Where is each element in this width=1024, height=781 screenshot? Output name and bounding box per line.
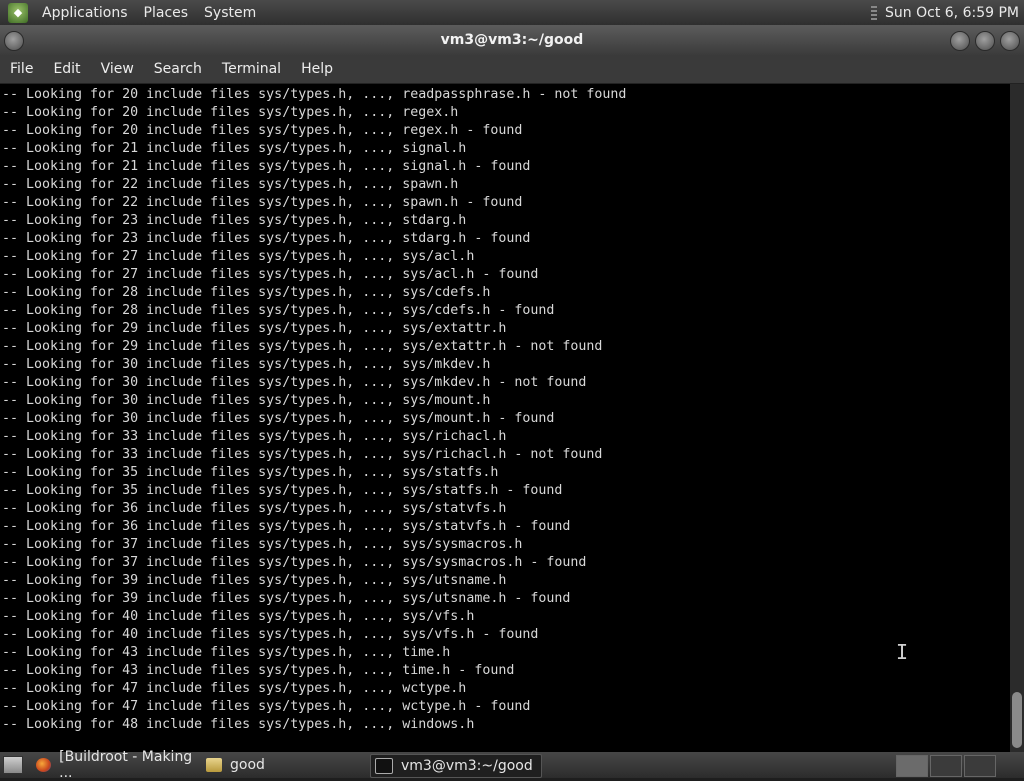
terminal-line: -- Looking for 37 include files sys/type… xyxy=(2,555,587,570)
task-label: good xyxy=(230,757,265,773)
terminal-line: -- Looking for 23 include files sys/type… xyxy=(2,213,467,228)
terminal-line: -- Looking for 29 include files sys/type… xyxy=(2,339,603,354)
terminal-line: -- Looking for 35 include files sys/type… xyxy=(2,483,563,498)
terminal-line: -- Looking for 28 include files sys/type… xyxy=(2,303,555,318)
terminal-line: -- Looking for 39 include files sys/type… xyxy=(2,591,571,606)
close-button[interactable] xyxy=(1000,31,1020,51)
terminal-line: -- Looking for 29 include files sys/type… xyxy=(2,321,507,336)
window-title: vm3@vm3:~/good xyxy=(440,32,584,48)
terminal-line: -- Looking for 22 include files sys/type… xyxy=(2,195,523,210)
terminal-line: -- Looking for 27 include files sys/type… xyxy=(2,267,539,282)
bottom-taskbar: [Buildroot - Making ... good vm3@vm3:~/g… xyxy=(0,749,1024,781)
scrollbar-thumb[interactable] xyxy=(1012,692,1022,748)
menu-view[interactable]: View xyxy=(91,61,144,77)
terminal-line: -- Looking for 20 include files sys/type… xyxy=(2,105,459,120)
firefox-icon xyxy=(36,758,52,772)
menu-search[interactable]: Search xyxy=(144,61,212,77)
terminal-line: -- Looking for 36 include files sys/type… xyxy=(2,501,507,516)
panel-handle-icon xyxy=(871,5,878,20)
menu-file[interactable]: File xyxy=(0,61,43,77)
menubar: File Edit View Search Terminal Help xyxy=(0,55,1024,84)
terminal-line: -- Looking for 28 include files sys/type… xyxy=(2,285,491,300)
top-panel: ◆ Applications Places System Sun Oct 6, … xyxy=(0,0,1024,25)
terminal-line: -- Looking for 22 include files sys/type… xyxy=(2,177,459,192)
workspace-3[interactable] xyxy=(964,755,996,777)
terminal-line: -- Looking for 40 include files sys/type… xyxy=(2,627,539,642)
terminal-line: -- Looking for 30 include files sys/type… xyxy=(2,411,555,426)
terminal-line: -- Looking for 39 include files sys/type… xyxy=(2,573,507,588)
show-desktop-icon[interactable] xyxy=(3,756,23,774)
text-cursor-icon: I xyxy=(896,640,909,664)
terminal-line: -- Looking for 30 include files sys/type… xyxy=(2,375,587,390)
terminal-line: -- Looking for 47 include files sys/type… xyxy=(2,681,467,696)
places-menu[interactable]: Places xyxy=(136,5,197,21)
terminal-line: -- Looking for 23 include files sys/type… xyxy=(2,231,531,246)
terminal-line: -- Looking for 37 include files sys/type… xyxy=(2,537,523,552)
terminal-icon xyxy=(375,758,393,774)
terminal-line: -- Looking for 20 include files sys/type… xyxy=(2,123,523,138)
terminal-scrollbar[interactable] xyxy=(1010,84,1024,752)
menu-terminal[interactable]: Terminal xyxy=(212,61,291,77)
window-titlebar[interactable]: vm3@vm3:~/good xyxy=(0,25,1024,55)
menu-help[interactable]: Help xyxy=(291,61,343,77)
task-browser[interactable]: [Buildroot - Making ... xyxy=(36,749,202,781)
terminal-line: -- Looking for 35 include files sys/type… xyxy=(2,465,499,480)
distro-logo-icon[interactable]: ◆ xyxy=(8,2,28,23)
workspace-2[interactable] xyxy=(930,755,962,777)
maximize-button[interactable] xyxy=(975,31,995,51)
task-terminal[interactable]: vm3@vm3:~/good xyxy=(370,754,542,778)
task-folder[interactable]: good xyxy=(206,754,366,776)
terminal-line: -- Looking for 43 include files sys/type… xyxy=(2,663,515,678)
terminal-line: -- Looking for 36 include files sys/type… xyxy=(2,519,571,534)
task-label: vm3@vm3:~/good xyxy=(401,758,533,774)
task-label: [Buildroot - Making ... xyxy=(59,749,193,781)
terminal-line: -- Looking for 20 include files sys/type… xyxy=(2,87,627,102)
terminal-line: -- Looking for 30 include files sys/type… xyxy=(2,393,491,408)
terminal-line: -- Looking for 48 include files sys/type… xyxy=(2,717,475,732)
terminal-output[interactable]: -- Looking for 20 include files sys/type… xyxy=(0,84,1010,752)
terminal-line: -- Looking for 27 include files sys/type… xyxy=(2,249,475,264)
terminal-line: -- Looking for 21 include files sys/type… xyxy=(2,159,531,174)
terminal-line: -- Looking for 43 include files sys/type… xyxy=(2,645,451,660)
folder-icon xyxy=(206,758,222,772)
terminal-line: -- Looking for 33 include files sys/type… xyxy=(2,429,507,444)
minimize-button[interactable] xyxy=(950,31,970,51)
terminal-line: -- Looking for 30 include files sys/type… xyxy=(2,357,491,372)
menu-edit[interactable]: Edit xyxy=(43,61,90,77)
terminal-line: -- Looking for 47 include files sys/type… xyxy=(2,699,531,714)
applications-menu[interactable]: Applications xyxy=(34,5,136,21)
terminal-line: -- Looking for 21 include files sys/type… xyxy=(2,141,467,156)
workspace-1[interactable] xyxy=(896,755,928,777)
terminal-line: -- Looking for 40 include files sys/type… xyxy=(2,609,475,624)
clock[interactable]: Sun Oct 6, 6:59 PM xyxy=(883,5,1024,21)
system-menu[interactable]: System xyxy=(196,5,264,21)
terminal-line: -- Looking for 33 include files sys/type… xyxy=(2,447,603,462)
